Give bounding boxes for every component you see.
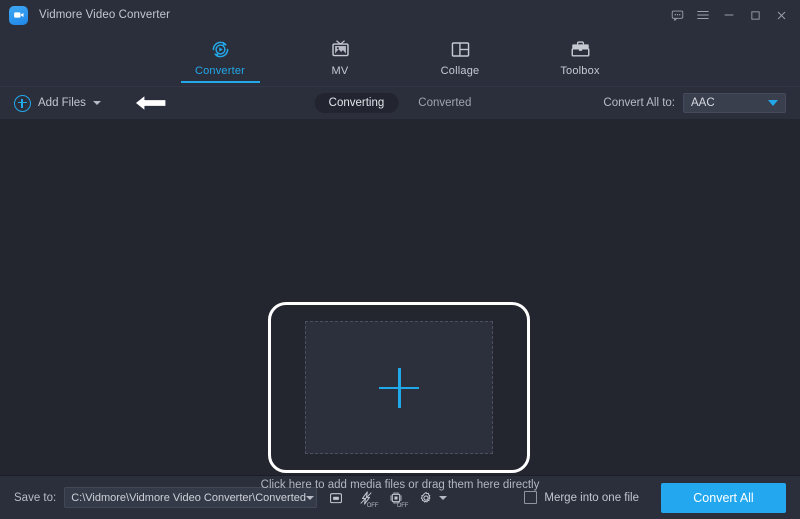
chevron-down-icon (768, 100, 778, 106)
gpu-acceleration-icon[interactable]: OFF (385, 487, 407, 509)
add-media-dropzone[interactable] (305, 321, 493, 454)
convert-all-to-group: Convert All to: AAC (603, 93, 786, 113)
content-area: Click here to add media files or drag th… (0, 119, 800, 475)
nav-tab-mv[interactable]: MV (301, 33, 380, 83)
hardware-acceleration-icon[interactable]: OFF (355, 487, 377, 509)
format-value: AAC (691, 97, 715, 109)
main-nav: Converter MV (0, 30, 800, 86)
convert-all-to-label: Convert All to: (603, 97, 675, 109)
nav-tab-collage[interactable]: Collage (421, 33, 500, 83)
converter-icon (209, 37, 232, 61)
plus-icon (379, 368, 419, 408)
add-files-button[interactable]: Add Files (14, 95, 101, 112)
tab-converting[interactable]: Converting (315, 93, 399, 113)
merge-label: Merge into one file (544, 492, 639, 504)
gpu-acceleration-state: OFF (397, 503, 408, 509)
maximize-icon[interactable] (742, 1, 768, 29)
nav-active-underline (181, 81, 260, 83)
add-files-label: Add Files (38, 97, 86, 109)
mv-icon (329, 37, 352, 61)
window-controls (664, 1, 800, 29)
menu-icon[interactable] (690, 1, 716, 29)
tab-converted[interactable]: Converted (404, 93, 485, 113)
toolbar: Add Files Converting Converted Convert A… (0, 86, 800, 119)
nav-tab-toolbox[interactable]: Toolbox (541, 33, 620, 83)
title-bar: Vidmore Video Converter (0, 0, 800, 30)
nav-tab-converter[interactable]: Converter (181, 33, 260, 83)
chevron-down-icon[interactable] (439, 496, 447, 500)
format-dropdown[interactable]: AAC (683, 93, 786, 113)
merge-into-one-file-option[interactable]: Merge into one file (524, 491, 639, 504)
app-title: Vidmore Video Converter (39, 9, 170, 21)
nav-tab-label: Converter (195, 65, 245, 77)
save-to-label: Save to: (14, 492, 56, 504)
feedback-icon[interactable] (664, 1, 690, 29)
app-logo (9, 6, 28, 25)
merge-checkbox[interactable] (524, 491, 537, 504)
minimize-icon[interactable] (716, 1, 742, 29)
plus-circle-icon (14, 95, 31, 112)
open-folder-icon[interactable] (325, 487, 347, 509)
left-arrow-annotation (133, 92, 169, 114)
app-window: Vidmore Video Converter (0, 0, 800, 519)
nav-tab-label: MV (332, 65, 349, 77)
nav-tab-label: Collage (441, 65, 480, 77)
settings-gear-icon[interactable] (415, 487, 437, 509)
nav-tab-label: Toolbox (560, 65, 599, 77)
chevron-down-icon[interactable] (93, 101, 101, 105)
hardware-acceleration-state: OFF (367, 503, 378, 509)
close-icon[interactable] (768, 1, 794, 29)
status-tabs: Converting Converted (315, 93, 486, 113)
collage-icon (449, 37, 472, 61)
chevron-down-icon[interactable] (306, 496, 314, 500)
toolbox-icon (569, 37, 592, 61)
save-path-value: C:\Vidmore\Vidmore Video Converter\Conve… (71, 492, 306, 504)
